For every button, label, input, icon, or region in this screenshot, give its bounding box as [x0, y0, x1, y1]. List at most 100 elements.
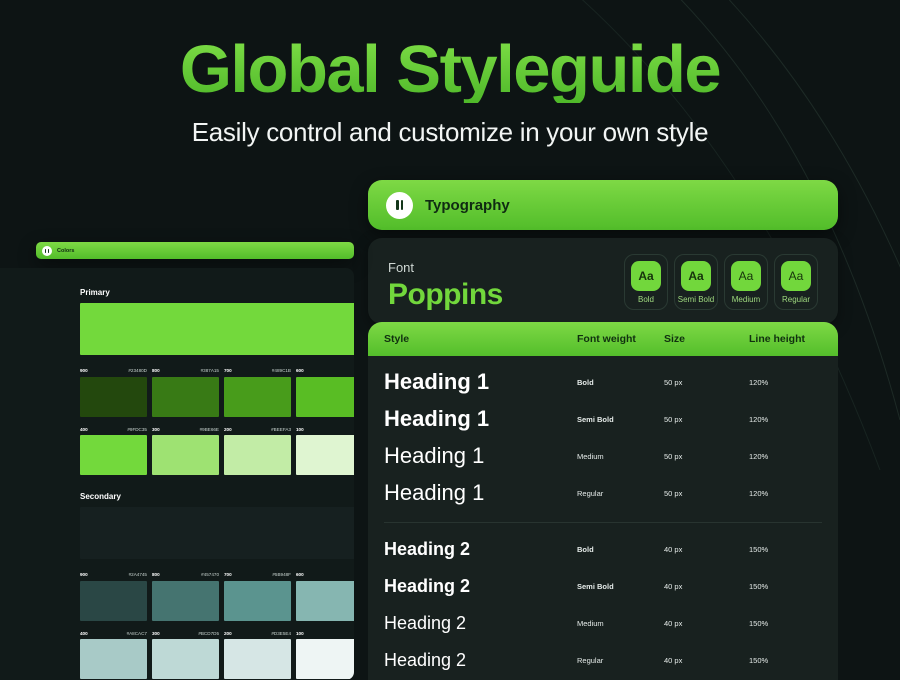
swatch-step: 600: [296, 573, 304, 578]
swatch-row: 400#9FDC35 300#9BE66E 200#BEEFA3 100#: [80, 428, 354, 476]
swatch-100[interactable]: 100#: [296, 632, 354, 680]
swatch-step: 600: [296, 369, 304, 374]
swatch-200[interactable]: 200#D3E5E4: [224, 632, 291, 680]
swatch-chip: [80, 639, 147, 679]
size-value: 40 px: [664, 582, 749, 591]
pause-icon: [42, 246, 52, 256]
font-weight-semibold[interactable]: Aa Semi Bold: [674, 254, 718, 310]
swatch-step: 800: [152, 369, 160, 374]
style-sample: Heading 1: [384, 480, 577, 506]
swatch-hex: #5B948F: [272, 573, 291, 578]
weight-caption: Bold: [625, 295, 667, 304]
swatch-700[interactable]: 700#489C1B: [224, 369, 291, 417]
swatch-step: 200: [224, 632, 232, 637]
swatch-step: 300: [152, 632, 160, 637]
table-group-heading1: Heading 1 Bold 50 px 120% Heading 1 Semi…: [368, 356, 838, 512]
font-weight-medium[interactable]: Aa Medium: [724, 254, 768, 310]
styleguide-page: Global Styleguide Easily control and cus…: [0, 0, 900, 680]
swatch-chip: [152, 639, 219, 679]
swatch-chip: [80, 581, 147, 621]
swatch-600[interactable]: 600#: [296, 573, 354, 621]
aa-glyph: Aa: [631, 261, 661, 291]
swatch-400[interactable]: 400#A8CAC7: [80, 632, 147, 680]
swatch-row: 400#A8CAC7 300#BCD7D5 200#D3E5E4 100#: [80, 632, 354, 680]
primary-main-swatch[interactable]: [80, 303, 354, 355]
swatch-300[interactable]: 300#9BE66E: [152, 428, 219, 476]
line-height-value: 120%: [749, 415, 822, 424]
swatch-600[interactable]: 600#: [296, 369, 354, 417]
swatch-chip: [224, 377, 291, 417]
colors-card: Primary 900#23480D 800 #387A15 700#489C1B…: [0, 268, 354, 680]
swatch-hex: #489C1B: [272, 369, 291, 374]
swatch-step: 400: [80, 632, 88, 637]
font-weight-value: Bold: [577, 545, 664, 554]
table-header-row: Style Font weight Size Line height: [368, 322, 838, 356]
font-weight-value: Bold: [577, 378, 664, 387]
table-row: Heading 1 Bold 50 px 120%: [368, 364, 838, 401]
table-row: Heading 1 Semi Bold 50 px 120%: [368, 401, 838, 438]
swatch-step: 900: [80, 369, 88, 374]
font-weight-bold[interactable]: Aa Bold: [624, 254, 668, 310]
swatch-800[interactable]: 800#457470: [152, 573, 219, 621]
secondary-main-swatch[interactable]: [80, 507, 354, 559]
swatch-700[interactable]: 700#5B948F: [224, 573, 291, 621]
size-value: 50 px: [664, 489, 749, 498]
style-sample: Heading 1: [384, 369, 577, 395]
table-row: Heading 2 Regular 40 px 150%: [368, 642, 838, 679]
swatch-chip: [296, 639, 354, 679]
font-weight-value: Regular: [577, 656, 664, 665]
swatch-chip: [224, 581, 291, 621]
size-value: 50 px: [664, 415, 749, 424]
table-row: Heading 1 Regular 50 px 120%: [368, 475, 838, 512]
style-sample: Heading 1: [384, 406, 577, 432]
aa-glyph: Aa: [681, 261, 711, 291]
swatch-step: 900: [80, 573, 88, 578]
swatch-hex: #2A4745: [129, 573, 147, 578]
swatch-200[interactable]: 200#BEEFA3: [224, 428, 291, 476]
swatch-hex: #457470: [201, 573, 219, 578]
style-sample: Heading 1: [384, 443, 577, 469]
typography-panel-header[interactable]: Typography: [368, 180, 838, 230]
swatch-900[interactable]: 900#23480D: [80, 369, 147, 417]
swatch-row: 900#23480D 800 #387A15 700#489C1B 600#: [80, 369, 354, 417]
aa-glyph: Aa: [781, 261, 811, 291]
swatch-chip: [296, 377, 354, 417]
font-card: Font Poppins Aa Bold Aa Semi Bold Aa Med…: [368, 238, 838, 324]
colors-panel-header[interactable]: Colors: [36, 242, 354, 259]
swatch-step: 400: [80, 428, 88, 433]
font-weight-value: Regular: [577, 489, 664, 498]
swatch-800[interactable]: 800 #387A15: [152, 369, 219, 417]
typography-table: Style Font weight Size Line height Headi…: [368, 322, 838, 680]
line-height-value: 120%: [749, 452, 822, 461]
font-weight-regular[interactable]: Aa Regular: [774, 254, 818, 310]
swatch-300[interactable]: 300#BCD7D5: [152, 632, 219, 680]
weight-caption: Semi Bold: [675, 295, 717, 304]
swatch-step: 100: [296, 428, 304, 433]
swatch-900[interactable]: 900 #2A4745: [80, 573, 147, 621]
swatch-hex: #387A15: [201, 369, 219, 374]
line-height-value: 150%: [749, 619, 822, 628]
table-group-heading2: Heading 2 Bold 40 px 150% Heading 2 Semi…: [368, 523, 838, 679]
line-height-value: 150%: [749, 545, 822, 554]
font-weight-value: Semi Bold: [577, 415, 664, 424]
style-sample: Heading 2: [384, 650, 577, 672]
color-group-primary: Primary 900#23480D 800 #387A15 700#489C1B…: [80, 288, 354, 475]
table-row: Heading 2 Medium 40 px 150%: [368, 605, 838, 642]
swatch-step: 100: [296, 632, 304, 637]
swatch-100[interactable]: 100#: [296, 428, 354, 476]
pause-icon: [386, 192, 413, 219]
color-group-label: Secondary: [80, 492, 354, 501]
size-value: 40 px: [664, 619, 749, 628]
table-row: Heading 1 Medium 50 px 120%: [368, 438, 838, 475]
weight-caption: Regular: [775, 295, 817, 304]
typography-header-label: Typography: [425, 197, 510, 214]
swatch-400[interactable]: 400#9FDC35: [80, 428, 147, 476]
color-group-label: Primary: [80, 288, 354, 297]
hero-section: Global Styleguide Easily control and cus…: [0, 36, 900, 148]
style-sample: Heading 2: [384, 613, 577, 635]
swatch-step: 200: [224, 428, 232, 433]
font-info: Font Poppins: [388, 260, 503, 311]
swatch-hex: #9BE66E: [200, 428, 219, 433]
font-label: Font: [388, 260, 503, 275]
page-title: Global Styleguide: [0, 36, 900, 103]
